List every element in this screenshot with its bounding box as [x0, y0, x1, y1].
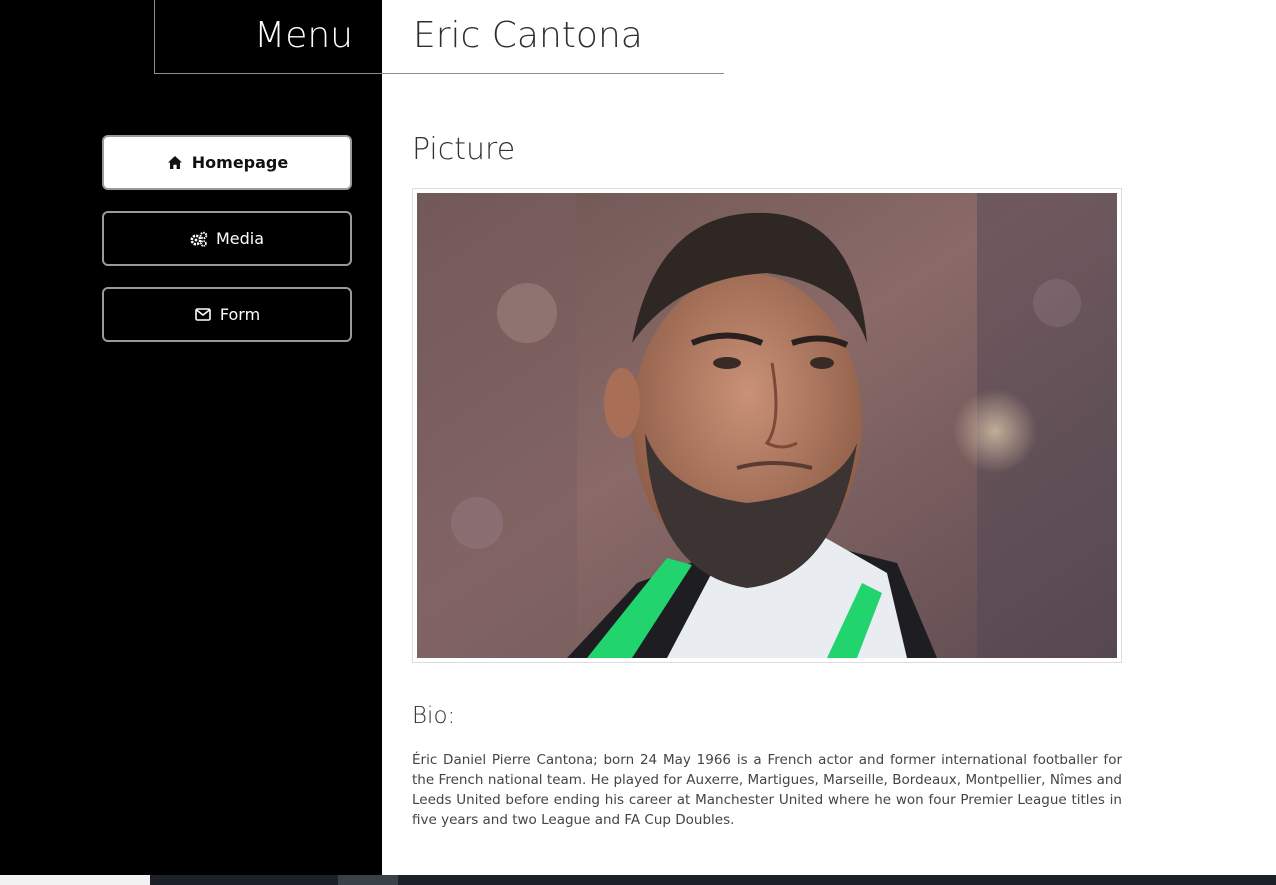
- portrait-illustration: [417, 193, 1117, 658]
- profile-photo: [412, 188, 1122, 663]
- nav-media-button[interactable]: Media: [102, 211, 352, 266]
- page-title: Eric Cantona: [383, 0, 724, 73]
- taskbar: [0, 875, 1276, 885]
- bio-heading: Bio:: [412, 703, 456, 729]
- menu-title: Menu: [254, 15, 353, 56]
- header: Menu Eric Cantona: [154, 0, 724, 74]
- nav-form-button[interactable]: Form: [102, 287, 352, 342]
- home-icon: [166, 154, 184, 172]
- nav-homepage-label: Homepage: [191, 153, 289, 172]
- nav-media-label: Media: [215, 229, 265, 248]
- envelope-icon: [194, 306, 212, 324]
- sidebar: [0, 0, 382, 875]
- taskbar-active-segment: [338, 875, 398, 885]
- nav-homepage-button[interactable]: Homepage: [102, 135, 352, 190]
- sidebar-nav: Homepage Media Form: [102, 135, 352, 363]
- taskbar-start-segment: [0, 875, 150, 885]
- nav-form-label: Form: [219, 305, 261, 324]
- bio-text: Éric Daniel Pierre Cantona; born 24 May …: [412, 752, 1122, 828]
- gears-icon: [190, 230, 208, 248]
- picture-heading: Picture: [412, 132, 516, 167]
